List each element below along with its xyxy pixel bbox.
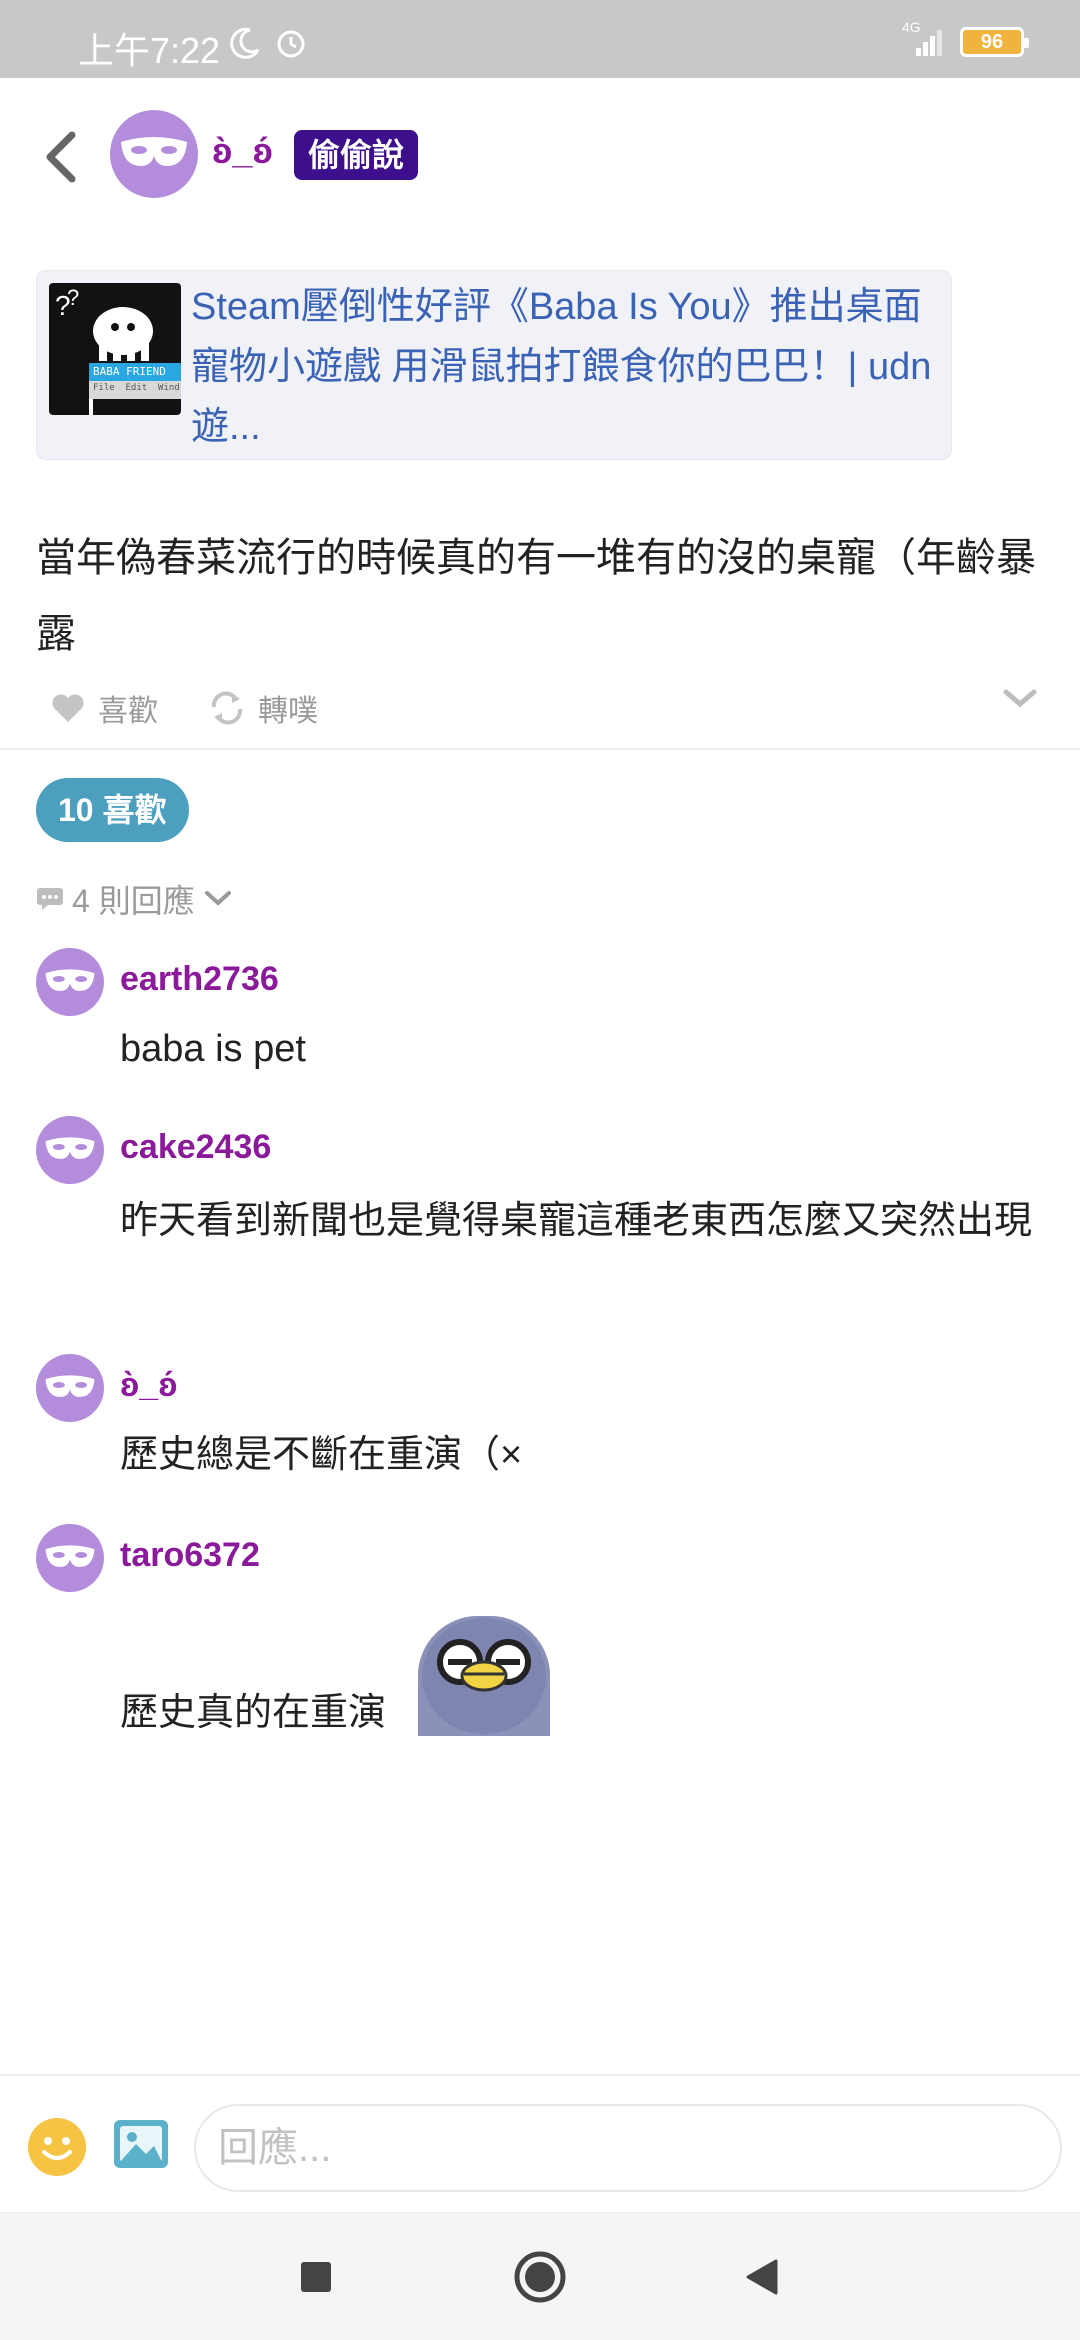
comment-item: ʚ̀_ʚ́ 歷史總是不斷在重演（× — [36, 1354, 1046, 1476]
comment-text: 昨天看到新聞也是覺得桌寵這種老東西怎麼又突然出現 — [120, 1200, 1033, 1242]
smiley-icon — [29, 2119, 85, 2175]
link-preview-card[interactable]: ? ? BABA FRIEND File Edit Wind Steam壓倒性好… — [36, 270, 952, 460]
comment-text: 歷史總是不斷在重演（× — [120, 1434, 523, 1476]
chevron-down-icon — [1003, 689, 1037, 708]
commenter-avatar[interactable] — [36, 1354, 104, 1422]
link-title[interactable]: Steam壓倒性好評《Baba Is You》推出桌面寵物小遊戲 用滑鼠拍打餵食… — [191, 277, 941, 457]
comment-item: earth2736 baba is pet — [36, 948, 1046, 1070]
alarm-icon — [277, 30, 305, 58]
mask-icon — [45, 1545, 95, 1567]
like-button[interactable]: 喜歡 — [50, 686, 158, 730]
svg-text:?: ? — [67, 285, 79, 310]
likes-count-button[interactable]: 10 喜歡 — [36, 778, 189, 842]
post-body: 當年偽春菜流行的時候真的有一堆有的沒的桌寵（年齡暴露 — [36, 536, 1036, 656]
like-label: 喜歡 — [98, 695, 158, 728]
thumb-caption: BABA FRIEND — [93, 365, 166, 378]
battery-level: 96 — [980, 30, 1004, 53]
emoji-button[interactable] — [28, 2118, 86, 2176]
home-button[interactable] — [512, 2249, 568, 2305]
link-thumbnail: ? ? BABA FRIEND File Edit Wind — [49, 283, 181, 415]
system-nav-bar — [0, 2212, 1080, 2340]
network-label: 4G — [902, 19, 921, 35]
back-nav-button[interactable] — [734, 2249, 790, 2305]
expand-button[interactable] — [1000, 686, 1040, 715]
mask-icon — [45, 1375, 95, 1397]
whisper-badge: 偷偷說 — [294, 130, 419, 180]
heart-icon — [52, 694, 84, 722]
circle-icon — [514, 2251, 566, 2303]
mask-icon — [121, 137, 187, 166]
commenter-name[interactable]: taro6372 — [120, 1536, 260, 1575]
status-right: 4G 96 — [902, 20, 1029, 58]
reply-count-toggle[interactable]: 4 則回應 — [36, 876, 233, 922]
status-icons — [228, 26, 308, 60]
moon-icon — [230, 27, 260, 59]
reply-bar — [0, 2074, 1080, 2210]
thumb-menu: File Edit Wind — [93, 383, 180, 393]
repost-icon — [211, 691, 243, 725]
chevron-down-icon — [204, 891, 231, 906]
post-actions: 喜歡 轉噗 — [50, 680, 1040, 736]
post-header: ʚ̀_ʚ́ 偷偷說 — [0, 78, 1080, 228]
image-upload-button[interactable] — [112, 2118, 170, 2170]
comment-text: baba is pet — [120, 1028, 306, 1070]
recents-button[interactable] — [288, 2249, 344, 2305]
image-icon — [114, 2120, 168, 2168]
mask-icon — [45, 1137, 95, 1159]
repost-button[interactable]: 轉噗 — [208, 686, 318, 730]
reply-input[interactable] — [194, 2104, 1062, 2192]
status-bar: 上午7:22 4G 96 — [0, 0, 1080, 78]
author-name[interactable]: ʚ̀_ʚ́ — [212, 130, 273, 172]
repost-label: 轉噗 — [258, 695, 318, 728]
square-icon — [301, 2262, 331, 2292]
commenter-name[interactable]: earth2736 — [120, 960, 279, 999]
battery-icon: 96 — [960, 27, 1029, 57]
commenter-name[interactable]: cake2436 — [120, 1128, 271, 1167]
chevron-left-icon — [46, 131, 76, 183]
commenter-avatar[interactable] — [36, 1524, 104, 1592]
commenter-avatar[interactable] — [36, 948, 104, 1016]
penguin-sticker — [418, 1616, 550, 1736]
commenter-name[interactable]: ʚ̀_ʚ́ — [120, 1366, 178, 1405]
comment-item: cake2436 昨天看到新聞也是覺得桌寵這種老東西怎麼又突然出現 — [36, 1116, 1046, 1316]
comment-text: 歷史真的在重演 — [120, 1692, 387, 1734]
triangle-left-icon — [746, 2259, 778, 2295]
back-button[interactable] — [30, 122, 90, 192]
author-avatar[interactable] — [110, 110, 198, 198]
signal-icon: 4G — [902, 20, 946, 58]
reply-count-label: 4 則回應 — [72, 883, 195, 919]
speech-bubble-icon — [37, 888, 63, 910]
commenter-avatar[interactable] — [36, 1116, 104, 1184]
mask-icon — [45, 969, 95, 991]
divider — [0, 748, 1080, 750]
status-time: 上午7:22 — [78, 30, 221, 71]
